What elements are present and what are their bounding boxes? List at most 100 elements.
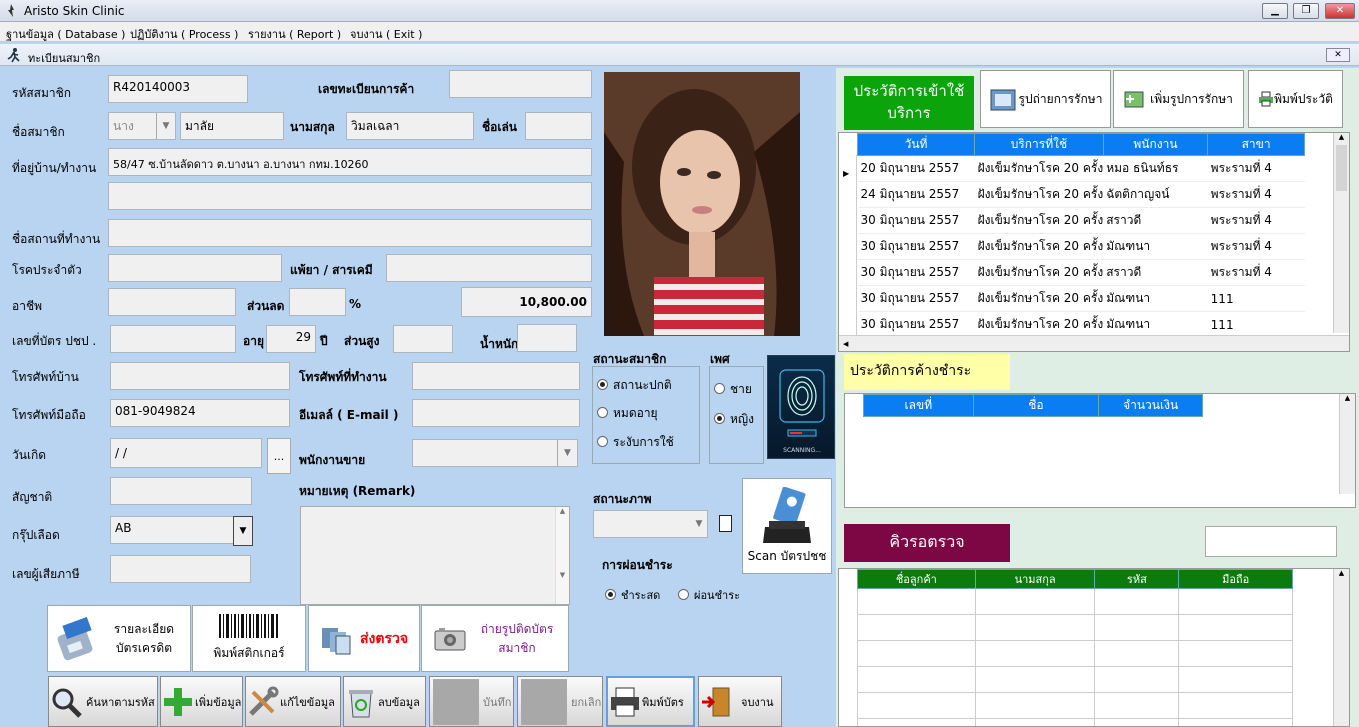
workplace-field[interactable] xyxy=(108,219,592,247)
scan-id-button[interactable]: Scan บัตรปชช xyxy=(742,478,832,574)
remark-scrollbar[interactable]: ▲ ▼ xyxy=(555,507,569,604)
scan-id-label: Scan บัตรปชช xyxy=(747,548,827,563)
id-card-field[interactable] xyxy=(110,325,236,353)
first-name-field[interactable]: มาลัย xyxy=(180,112,284,140)
remark-textarea[interactable] xyxy=(300,506,570,605)
nationality-field[interactable] xyxy=(110,477,252,505)
discount-field[interactable] xyxy=(289,288,346,316)
col-name[interactable]: ชื่อ xyxy=(972,394,1100,417)
gender-male-radio[interactable]: ชาย xyxy=(714,380,752,399)
document-icon[interactable] xyxy=(719,515,732,532)
salesperson-select[interactable] xyxy=(412,439,578,467)
table-row[interactable]: 30 มิถุนายน 2557 ฝังเข็มรักษาโรค 20 ครั้ง… xyxy=(857,207,1305,234)
history-hscrollbar[interactable]: ◀ xyxy=(839,335,1349,351)
table-row[interactable]: 30 มิถุนายน 2557 ฝังเข็มรักษาโรค 20 ครั้ง… xyxy=(857,259,1305,286)
surname-field[interactable]: วิมลเฉลา xyxy=(346,112,474,140)
minimize-button[interactable]: ▁ xyxy=(1262,3,1288,19)
treatment-photos-button[interactable]: รูปถ่ายการรักษา xyxy=(980,70,1111,128)
exit-button[interactable]: จบงาน xyxy=(698,676,782,727)
close-button[interactable]: ✕ xyxy=(1325,3,1355,19)
age-field[interactable]: 29 xyxy=(266,325,316,353)
status-expired-radio[interactable]: หมดอายุ xyxy=(597,404,658,423)
delete-data-button[interactable]: ลบข้อมูล xyxy=(343,676,426,727)
address-line1-field[interactable]: 58/47 ซ.บ้านลัดดาว ต.บางนา อ.บางนา กทม.1… xyxy=(108,148,592,176)
table-row[interactable]: 30 มิถุนายน 2557 ฝังเข็มรักษาโรค 20 ครั้ง… xyxy=(857,285,1305,312)
queue-scrollbar[interactable]: ▲ xyxy=(1333,569,1349,726)
fingerprint-scanner[interactable]: SCANNING... xyxy=(767,355,835,459)
table-row[interactable] xyxy=(857,666,1293,693)
restore-button[interactable]: ❐ xyxy=(1293,3,1319,19)
save-button[interactable]: บันทึก xyxy=(429,676,514,727)
discount-label: ส่วนลด xyxy=(247,299,285,313)
edit-data-button[interactable]: แก้ไขข้อมูล xyxy=(245,676,341,727)
tax-id-field[interactable] xyxy=(110,555,251,583)
id-card-label: เลขที่บัตร ปชป . xyxy=(12,334,97,348)
blood-select[interactable]: AB xyxy=(110,516,234,544)
send-exam-button[interactable]: ส่งตรวจ xyxy=(308,605,420,672)
mobile-field[interactable]: 081-9049824 xyxy=(110,399,290,427)
chevron-down-icon[interactable]: ▼ xyxy=(233,516,253,546)
col-amount[interactable]: จำนวนเงิน xyxy=(1098,394,1203,417)
col-branch[interactable]: สาขา xyxy=(1207,133,1305,156)
add-data-button[interactable]: เพิ่มข้อมูล xyxy=(160,676,243,727)
table-row[interactable] xyxy=(857,640,1293,667)
nickname-field[interactable] xyxy=(525,112,592,140)
col-staff[interactable]: พนักงาน xyxy=(1102,133,1209,156)
chevron-down-icon[interactable]: ▼ xyxy=(156,113,175,139)
work-phone-field[interactable] xyxy=(412,362,580,390)
menu-process[interactable]: ปฏิบัติงาน ( Process ) xyxy=(130,25,238,43)
credit-card-details-button[interactable]: รายละเอียดบัตรเครดิต xyxy=(47,605,191,672)
status-suspended-radio[interactable]: ระงับการใช้ xyxy=(597,433,674,452)
weight-field[interactable] xyxy=(517,324,577,352)
col-surname[interactable]: นามสกุล xyxy=(974,569,1096,589)
table-row[interactable]: 24 มิถุนายน 2557 ฝังเข็มรักษาโรค 20 ครั้ง… xyxy=(857,181,1305,208)
form-close-button[interactable]: ✕ xyxy=(1326,48,1350,62)
menu-exit[interactable]: จบงาน ( Exit ) xyxy=(350,25,422,43)
status-normal-radio[interactable]: สถานะปกติ xyxy=(597,376,672,395)
table-row[interactable] xyxy=(857,588,1293,615)
pay-installment-radio[interactable]: ผ่อนชำระ xyxy=(678,586,740,604)
gender-female-radio[interactable]: หญิง xyxy=(714,410,754,429)
address-line2-field[interactable] xyxy=(108,182,592,210)
table-row[interactable] xyxy=(857,614,1293,641)
menu-report[interactable]: รายงาน ( Report ) xyxy=(248,25,341,43)
col-date[interactable]: วันที่ xyxy=(856,133,976,156)
chevron-down-icon[interactable]: ▼ xyxy=(557,440,577,466)
table-row[interactable]: 30 มิถุนายน 2557 ฝังเข็มรักษาโรค 20 ครั้ง… xyxy=(857,233,1305,260)
height-field[interactable] xyxy=(393,325,453,353)
col-mobile[interactable]: มือถือ xyxy=(1178,569,1293,589)
table-row[interactable]: 30 มิถุนายน 2557 ฝังเข็มรักษาโรค 20 ครั้ง… xyxy=(857,311,1305,338)
print-history-button[interactable]: พิมพ์ประวัติ xyxy=(1248,70,1343,128)
print-sticker-button[interactable]: พิมพ์สติกเกอร์ xyxy=(192,605,306,672)
table-row[interactable] xyxy=(857,718,1293,726)
amount-field[interactable]: 10,800.00 xyxy=(461,287,592,317)
height-label: ส่วนสูง xyxy=(344,334,380,348)
member-code-field[interactable]: R420140003 xyxy=(108,75,248,103)
allergy-field[interactable] xyxy=(386,254,592,282)
queue-grid: ชื่อลูกค้า นามสกุล รหัส มือถือ ▲ xyxy=(838,568,1350,727)
pay-cash-radio[interactable]: ชำระสด xyxy=(605,586,660,604)
menu-database[interactable]: ฐานข้อมูล ( Database ) xyxy=(6,25,125,43)
table-row[interactable]: 20 มิถุนายน 2557 ฝังเข็มรักษาโรค 20 ครั้ง… xyxy=(857,155,1305,182)
queue-search-field[interactable] xyxy=(1205,526,1337,557)
col-service[interactable]: บริการที่ใช้ xyxy=(974,133,1104,156)
debt-scrollbar[interactable]: ▲ xyxy=(1339,394,1355,494)
birthday-field[interactable]: / / xyxy=(110,438,262,468)
email-field[interactable] xyxy=(412,399,580,427)
search-by-code-button[interactable]: ค้นหาตามรหัส xyxy=(48,676,158,727)
disease-field[interactable] xyxy=(108,254,282,282)
col-customer-name[interactable]: ชื่อลูกค้า xyxy=(857,569,976,589)
chevron-down-icon[interactable]: ▼ xyxy=(690,511,708,537)
col-code[interactable]: รหัส xyxy=(1094,569,1180,589)
print-card-button[interactable]: พิมพ์บัตร xyxy=(606,676,695,727)
add-treatment-photo-button[interactable]: เพิ่มรูปการรักษา xyxy=(1113,70,1244,128)
history-scrollbar[interactable]: ▲ xyxy=(1333,133,1349,333)
occupation-field[interactable] xyxy=(108,288,236,316)
home-phone-field[interactable] xyxy=(110,362,290,390)
table-row[interactable] xyxy=(857,692,1293,719)
col-number[interactable]: เลขที่ xyxy=(863,394,974,417)
cancel-button[interactable]: ยกเลิก xyxy=(517,676,603,727)
date-picker-button[interactable]: ... xyxy=(267,438,291,474)
trade-reg-field[interactable] xyxy=(449,70,592,98)
photo-card-button[interactable]: ถ่ายรูปติดบัตรสมาชิก xyxy=(421,605,569,672)
